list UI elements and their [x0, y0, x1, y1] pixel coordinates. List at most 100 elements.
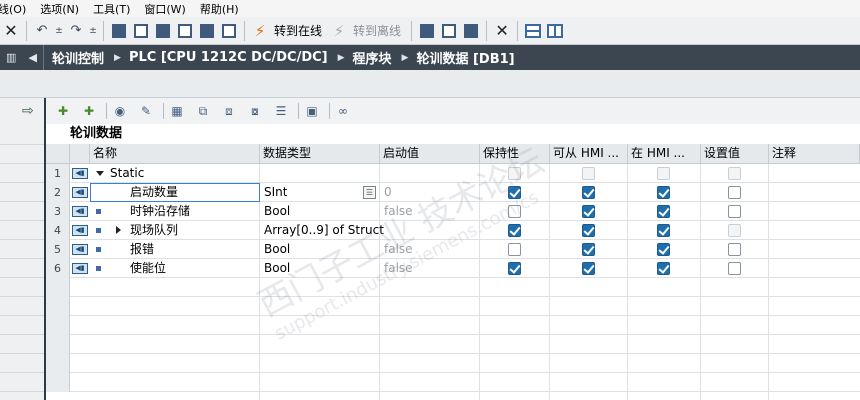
table-row[interactable]: 3 ◀▮ 时钟沿存储 Bool false — [46, 202, 860, 221]
header-comment[interactable]: 注释 — [769, 144, 860, 164]
monitor-all-icon[interactable]: ∞ — [334, 103, 352, 119]
header-hmi-visible[interactable]: 在 HMI ... — [628, 144, 701, 164]
menu-item-options[interactable]: 选项(N) — [40, 1, 79, 17]
undo-dropdown-icon[interactable]: ± — [55, 22, 63, 40]
tile-view-icon[interactable]: ▥ — [6, 51, 16, 64]
collapse-left-icon[interactable]: ◀ — [29, 51, 37, 64]
header-retain[interactable]: 保持性 — [480, 144, 550, 164]
table-row[interactable]: 5 ◀▮ 报错 Bool false — [46, 240, 860, 259]
go-online-button[interactable]: 转到在线 — [274, 22, 322, 39]
table-row[interactable]: 6 ◀▮ 使能位 Bool false — [46, 259, 860, 278]
hmi-access-checkbox[interactable] — [582, 243, 595, 256]
menu-item-tools[interactable]: 工具(T) — [93, 1, 130, 17]
snapshot-icon[interactable]: ▦ — [168, 103, 186, 119]
hmi-access-checkbox[interactable] — [582, 262, 595, 275]
hmi-visible-checkbox[interactable] — [657, 186, 670, 199]
setpoint-checkbox[interactable] — [728, 262, 741, 275]
variable-name[interactable]: 启动数量 — [130, 183, 178, 202]
variable-datatype[interactable]: Bool — [264, 240, 290, 259]
variable-name[interactable]: 使能位 — [130, 259, 166, 278]
list-icon[interactable]: ☰ — [272, 103, 290, 119]
chevron-right-icon: ▶ — [401, 52, 409, 63]
start-value[interactable]: 0 — [384, 183, 392, 202]
empty-row[interactable] — [46, 297, 860, 316]
copy-snapshot-icon[interactable]: ⧉ — [194, 103, 212, 119]
breadcrumb-program-blocks[interactable]: 程序块 — [353, 48, 392, 67]
empty-row[interactable] — [46, 335, 860, 354]
datatype-picker-icon[interactable]: ☰ — [363, 186, 376, 199]
retain-checkbox[interactable] — [508, 262, 521, 275]
delete-icon[interactable]: ✕ — [2, 21, 20, 40]
setpoint-checkbox[interactable] — [728, 205, 741, 218]
expand-icon[interactable] — [116, 226, 121, 234]
setpoint-checkbox[interactable] — [728, 243, 741, 256]
retain-checkbox[interactable] — [508, 186, 521, 199]
empty-row[interactable] — [46, 354, 860, 373]
hmi-access-checkbox[interactable] — [582, 205, 595, 218]
breadcrumb-db[interactable]: 轮训数据 [DB1] — [416, 48, 514, 67]
table-row[interactable]: 1 ◀▮ Static — [46, 164, 860, 183]
undo-icon[interactable]: ↶ — [33, 22, 51, 40]
table-row[interactable]: 4 ◀▮ 现场队列 Array[0..9] of Struct — [46, 221, 860, 240]
header-datatype[interactable]: 数据类型 — [260, 144, 380, 164]
hmi-visible-checkbox[interactable] — [657, 205, 670, 218]
hmi-access-checkbox[interactable] — [582, 224, 595, 237]
accessible-devices-icon[interactable] — [418, 22, 436, 40]
header-setpoint[interactable]: 设置值 — [701, 144, 769, 164]
hmi-access-checkbox[interactable] — [582, 186, 595, 199]
start-value[interactable]: false — [384, 259, 413, 278]
insert-row-icon[interactable]: ✚ — [54, 103, 72, 119]
hmi-visible-checkbox[interactable] — [657, 262, 670, 275]
export-icon[interactable]: ⇨ — [22, 103, 34, 119]
keep-actual-values-icon[interactable]: ▣ — [303, 103, 321, 119]
upload-icon[interactable] — [176, 22, 194, 40]
variable-datatype[interactable]: SInt — [264, 183, 287, 202]
retain-checkbox[interactable] — [508, 224, 521, 237]
variable-name[interactable]: 时钟沿存储 — [130, 202, 190, 221]
start-value[interactable]: false — [384, 202, 413, 221]
retain-checkbox[interactable] — [508, 205, 521, 218]
download-device-icon[interactable] — [154, 22, 172, 40]
breadcrumb-plc[interactable]: PLC [CPU 1212C DC/DC/DC] — [129, 50, 328, 65]
variable-name[interactable]: Static — [110, 164, 144, 183]
start-simulation-icon[interactable] — [198, 22, 216, 40]
variable-name[interactable]: 现场队列 — [130, 221, 178, 240]
collapse-icon[interactable] — [96, 171, 104, 176]
collapse-all-icon[interactable]: ✎ — [137, 103, 155, 119]
redo-icon[interactable]: ↷ — [67, 22, 85, 40]
initialize-setpoints-icon[interactable]: ⧇ — [246, 103, 264, 119]
empty-row[interactable] — [46, 373, 860, 392]
hmi-visible-checkbox[interactable] — [657, 243, 670, 256]
stop-cpu-icon[interactable] — [462, 22, 480, 40]
empty-row[interactable] — [46, 316, 860, 335]
header-hmi-access[interactable]: 可从 HMI ... — [550, 144, 628, 164]
download-icon[interactable] — [132, 22, 150, 40]
menu-item-online[interactable]: 线(O) — [0, 1, 26, 17]
variable-name[interactable]: 报错 — [130, 240, 154, 259]
setpoint-checkbox[interactable] — [728, 186, 741, 199]
expand-all-icon[interactable]: ◉ — [111, 103, 129, 119]
empty-row[interactable] — [46, 278, 860, 297]
split-vertical-icon[interactable] — [546, 22, 564, 40]
redo-dropdown-icon[interactable]: ± — [89, 22, 97, 40]
table-row[interactable]: 2 ◀▮ 启动数量 SInt ☰ 0 — [46, 183, 860, 202]
add-row-icon[interactable]: ✚ — [80, 103, 98, 119]
header-name[interactable]: 名称 — [90, 144, 260, 164]
variable-datatype[interactable]: Array[0..9] of Struct — [264, 221, 384, 240]
cross-reference-close-icon[interactable]: ✕ — [493, 21, 511, 40]
menu-item-window[interactable]: 窗口(W) — [144, 1, 185, 17]
go-online-icon[interactable]: ⚡ — [251, 22, 269, 40]
split-horizontal-icon[interactable] — [524, 22, 542, 40]
variable-datatype[interactable]: Bool — [264, 202, 290, 221]
start-value[interactable]: false — [384, 240, 413, 259]
compile-icon[interactable] — [110, 22, 128, 40]
retain-checkbox[interactable] — [508, 243, 521, 256]
hmi-visible-checkbox[interactable] — [657, 224, 670, 237]
header-start-value[interactable]: 启动值 — [380, 144, 480, 164]
menu-item-help[interactable]: 帮助(H) — [200, 1, 239, 17]
start-cpu-icon[interactable] — [440, 22, 458, 40]
breadcrumb-project[interactable]: 轮训控制 — [52, 48, 104, 67]
stop-simulation-icon[interactable] — [220, 22, 238, 40]
load-start-values-icon[interactable]: ⧈ — [220, 103, 238, 119]
variable-datatype[interactable]: Bool — [264, 259, 290, 278]
